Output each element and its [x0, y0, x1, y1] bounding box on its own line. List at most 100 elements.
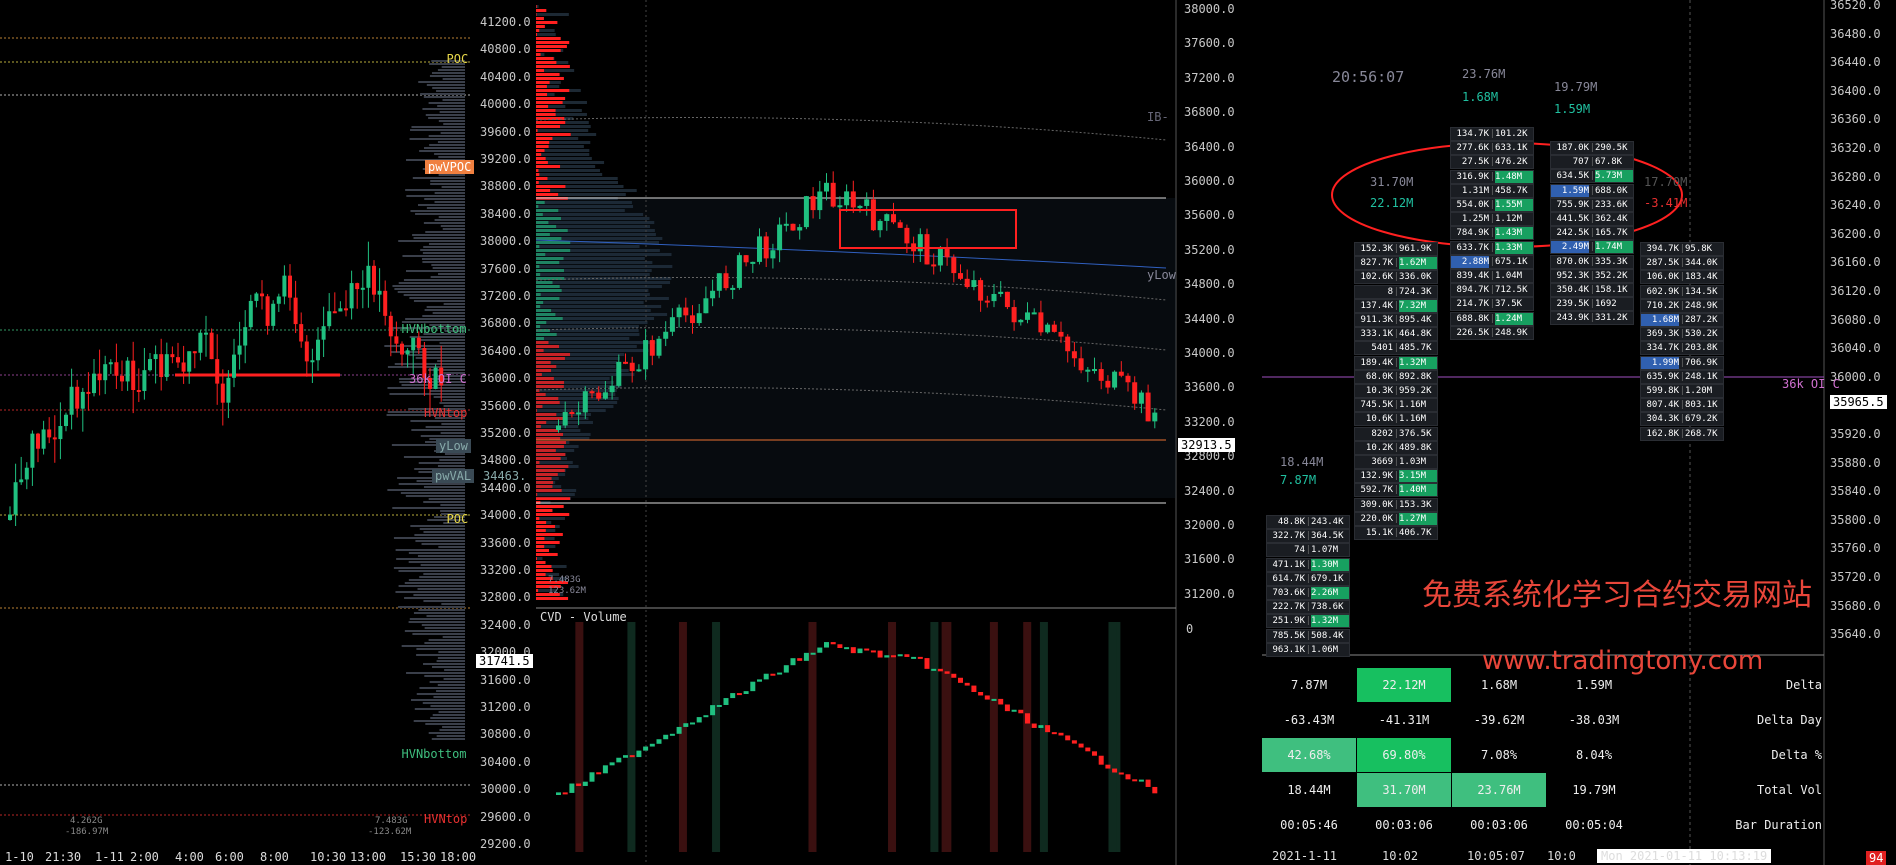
- profile-bar: [392, 285, 465, 287]
- candle-body: [271, 303, 276, 326]
- profile-bar: [393, 567, 465, 569]
- candle-body: [958, 273, 963, 279]
- profile-bar-delta: [536, 137, 553, 140]
- profile-bar: [437, 141, 465, 143]
- footprint-ask: 7.32M: [1399, 299, 1437, 312]
- footprint-ask: 183.4K: [1685, 272, 1718, 283]
- fp-current-price-tag: 35965.5: [1830, 395, 1887, 409]
- profile-bar: [536, 181, 619, 184]
- profile-bar: [421, 258, 465, 260]
- candle-body: [52, 437, 57, 440]
- candle-body: [897, 222, 903, 228]
- footprint-ask: 706.9K: [1685, 357, 1718, 368]
- footprint-cell: 1.25M|1.12M: [1450, 212, 1534, 227]
- profile-bar: [444, 453, 465, 455]
- candle-body: [730, 287, 736, 290]
- candle-body: [405, 350, 410, 355]
- left-time-tick: 6:00: [215, 850, 244, 864]
- left-current-price-tag: 31741.5: [476, 654, 533, 668]
- profile-bar: [430, 276, 465, 278]
- mid-price-tick: 31200.0: [1184, 586, 1235, 601]
- candle-body: [243, 327, 248, 346]
- candle-body: [366, 265, 371, 288]
- cvd-candle: [703, 715, 709, 718]
- footprint-cell: 316.9K|1.48M: [1450, 169, 1534, 184]
- candle-body: [355, 283, 360, 290]
- footprint-cell: 870.0K|335.3K: [1550, 254, 1634, 269]
- profile-bar: [423, 600, 465, 602]
- candle-body: [276, 296, 281, 304]
- bar-delta: 1.59M: [1554, 102, 1591, 116]
- fp-price-tick: 35640.0: [1830, 627, 1881, 642]
- footprint-ask: 95.8K: [1685, 244, 1713, 254]
- profile-bar: [536, 33, 556, 36]
- candle-body: [360, 287, 365, 290]
- profile-bar: [412, 234, 465, 236]
- left-price-tick: 39200.0: [480, 152, 531, 166]
- footprint-bid: 1.25M: [1461, 214, 1489, 225]
- cvd-candle: [877, 650, 883, 658]
- footprint-bid: 137.4K: [1360, 300, 1393, 311]
- candle-body: [817, 191, 823, 211]
- level-tag-34463.: 34463.: [483, 469, 527, 483]
- mid-current-price-tag: 32913.5: [1178, 438, 1235, 452]
- candle-body: [1085, 369, 1091, 372]
- footprint-ask: 376.5K: [1399, 428, 1432, 439]
- candle-body: [75, 386, 80, 409]
- candle-body: [1065, 336, 1071, 352]
- profile-bar: [419, 528, 465, 530]
- footprint-bid: 1.31M: [1461, 185, 1489, 196]
- footprint-ask: 959.2K: [1399, 386, 1432, 396]
- candle-body: [1045, 324, 1051, 333]
- left-candlestick-chart[interactable]: [0, 0, 470, 865]
- footprint-bid: 952.3K: [1556, 270, 1589, 281]
- fp-oi-tag: 36k OI C: [1782, 377, 1840, 391]
- fp-price-tick: 35760.0: [1830, 541, 1881, 556]
- cvd-candle: [1145, 779, 1151, 787]
- profile-bar: [432, 267, 465, 269]
- profile-bar: [432, 312, 465, 314]
- middle-candlestick-chart[interactable]: [536, 0, 1246, 865]
- profile-bar: [424, 309, 465, 311]
- profile-bar: [398, 585, 465, 587]
- footprint-ask: 530.2K: [1685, 329, 1718, 340]
- left-time-tick: 8:00: [260, 850, 289, 864]
- left-price-tick: 29600.0: [480, 809, 531, 824]
- footprint-cell: 635.9K|248.1K: [1640, 369, 1724, 384]
- candle-body: [170, 354, 175, 358]
- left-chart-panel[interactable]: [0, 0, 470, 865]
- middle-chart-panel[interactable]: [536, 0, 1248, 865]
- candle-body: [984, 300, 990, 303]
- footprint-bid: 239.5K: [1556, 299, 1589, 310]
- profile-bar: [397, 291, 465, 293]
- profile-bar-delta: [536, 525, 556, 528]
- cvd-highlight-band: [1039, 622, 1048, 852]
- profile-bar: [436, 735, 465, 737]
- profile-bar-delta: [536, 161, 548, 164]
- candle-body: [327, 311, 332, 327]
- footprint-bid: 333.1K: [1360, 329, 1393, 340]
- cvd-highlight-band: [989, 622, 998, 852]
- candle-body: [400, 343, 404, 355]
- profile-bar: [401, 645, 465, 647]
- profile-bar: [418, 609, 465, 611]
- candle-body: [344, 308, 348, 311]
- footprint-cell: 471.1K|1.30M: [1266, 557, 1350, 572]
- cvd-candle: [1004, 704, 1010, 712]
- profile-bar: [424, 627, 465, 629]
- candle-body: [1058, 331, 1064, 337]
- footprint-ask: 679.2K: [1685, 414, 1718, 425]
- profile-bar: [414, 534, 465, 536]
- candle-body: [209, 332, 214, 360]
- profile-bar: [403, 456, 465, 458]
- profile-bar: [442, 399, 465, 401]
- candle-body: [857, 205, 863, 208]
- cvd-candle: [683, 723, 689, 727]
- left-time-tick: 2:00: [130, 850, 159, 864]
- profile-bar: [438, 651, 465, 653]
- footprint-ask: 895.4K: [1399, 315, 1432, 325]
- profile-bar: [419, 576, 465, 578]
- candle-body: [810, 196, 816, 211]
- footprint-bid: 10.3K: [1365, 386, 1393, 396]
- footprint-bid: 1.59M: [1551, 184, 1589, 197]
